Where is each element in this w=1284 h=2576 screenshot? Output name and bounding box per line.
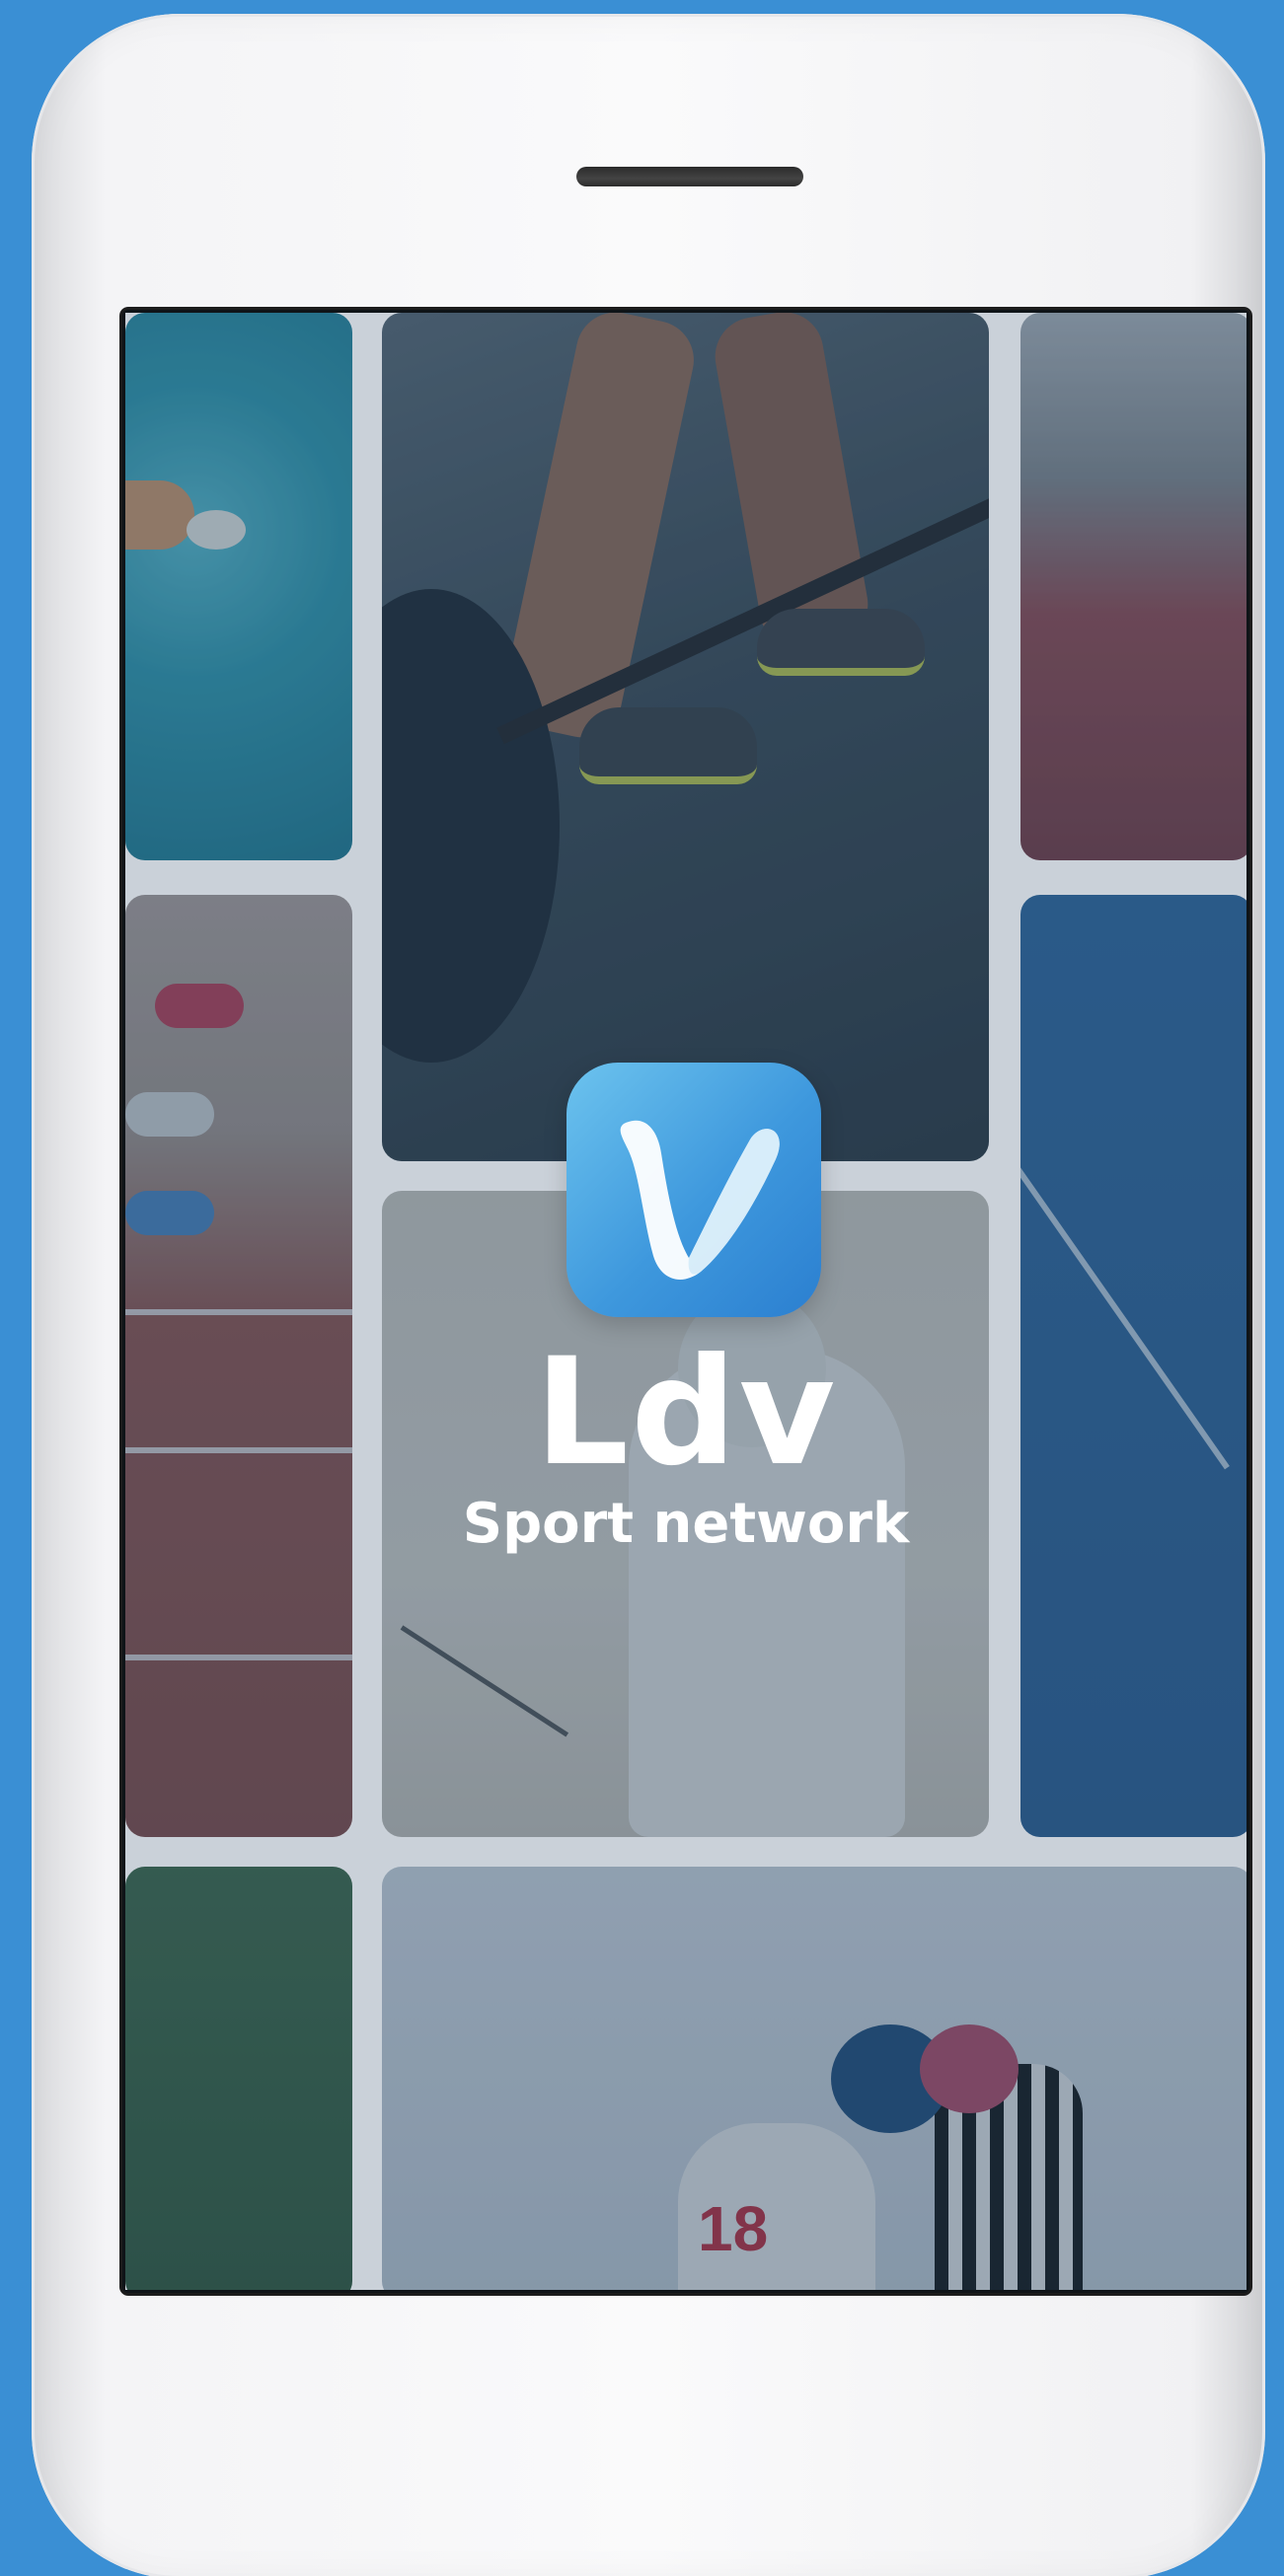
splash-screen: 18 Ldv Sport network <box>125 313 1246 2290</box>
app-subtitle: Sport network <box>462 1492 910 1556</box>
background: 18 Ldv Sport network <box>0 0 1284 2576</box>
v-logo-glyph <box>620 1120 780 1280</box>
phone-screen: 18 Ldv Sport network <box>122 310 1249 2293</box>
v-logo-icon <box>566 1063 821 1317</box>
phone-frame: 18 Ldv Sport network <box>32 14 1265 2576</box>
phone-speaker <box>576 167 803 186</box>
app-title: Ldv <box>534 1327 838 1499</box>
